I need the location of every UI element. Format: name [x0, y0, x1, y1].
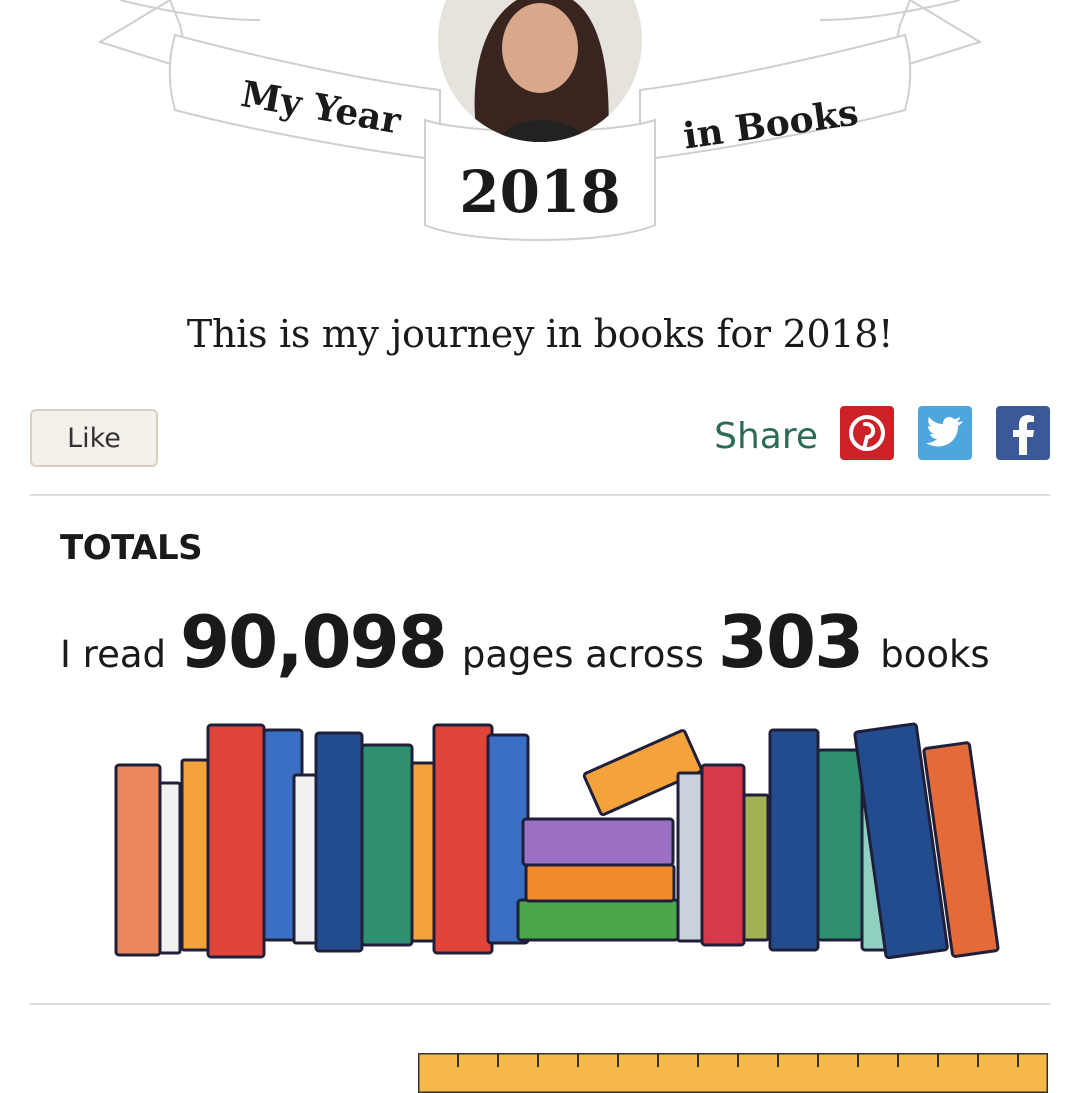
totals-middle: pages across — [461, 633, 704, 676]
facebook-icon — [1013, 415, 1034, 455]
like-button[interactable]: Like — [30, 409, 158, 467]
banner-year: 2018 — [459, 158, 620, 226]
bookshelf-illustration — [114, 722, 1000, 960]
pages-count: 90,098 — [180, 600, 448, 684]
totals-heading: TOTALS — [60, 528, 203, 568]
totals-prefix: I read — [60, 633, 166, 676]
intro-text: This is my journey in books for 2018! — [186, 312, 894, 356]
divider-top — [30, 494, 1050, 496]
share-label: Share — [714, 416, 818, 457]
totals-suffix: books — [880, 633, 990, 676]
divider-bottom — [30, 1003, 1050, 1005]
twitter-share-button[interactable] — [918, 406, 972, 460]
totals-summary: I read 90,098 pages across 303 books — [60, 600, 1060, 684]
twitter-icon — [926, 416, 963, 447]
facebook-share-button[interactable] — [996, 406, 1050, 460]
pinterest-share-button[interactable] — [840, 406, 894, 460]
ruler-illustration — [418, 1053, 1048, 1093]
pinterest-icon — [849, 415, 885, 451]
books-count: 303 — [717, 600, 864, 684]
